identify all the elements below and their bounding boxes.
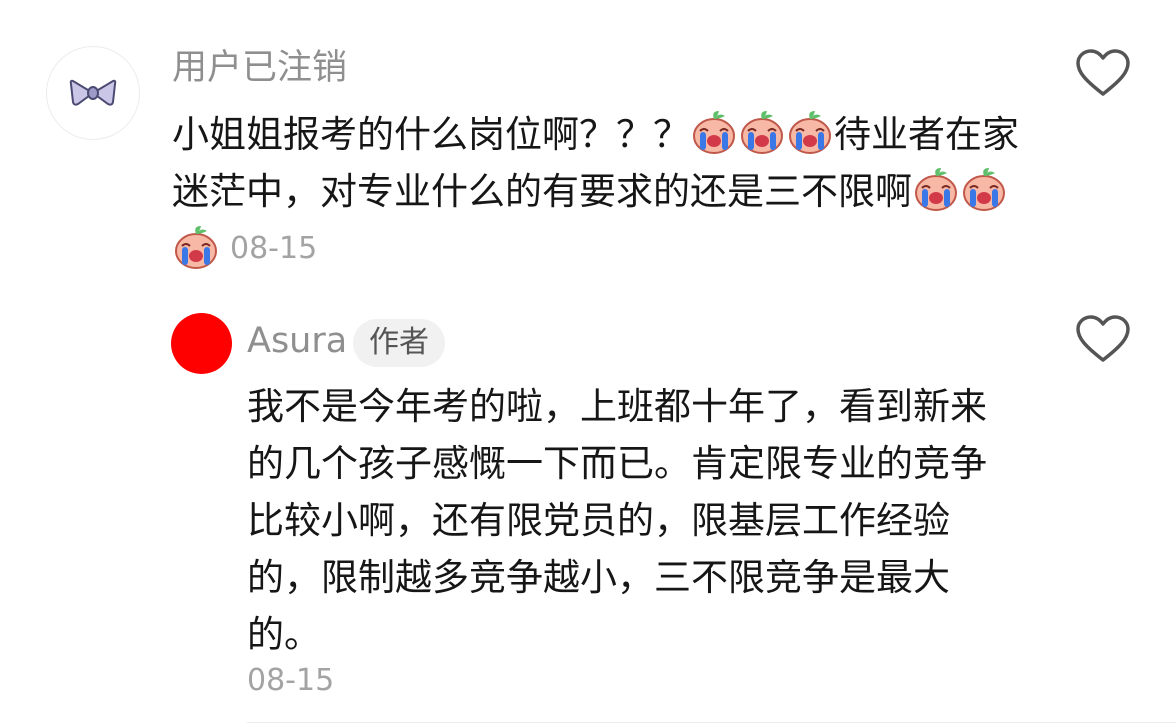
crying-emoji-icon [915,168,957,211]
comment-text-part1: 小姐姐报考的什么岗位啊？？？ [172,113,690,156]
reply-text: 我不是今年考的啦，上班都十年了，看到新来的几个孩子感慨一下而已。肯定限专业的竞争… [247,385,987,656]
heart-outline-icon[interactable] [1075,48,1131,98]
comment-username[interactable]: 用户已注销 [172,46,347,90]
comment-date: 08-15 [230,231,318,266]
divider [247,722,1176,723]
crying-emoji-icon [175,226,217,269]
bow-icon [69,79,117,106]
crying-emoji-icon [741,111,783,154]
crying-emoji-icon [789,111,831,154]
avatar[interactable] [46,46,140,140]
reply-date: 08-15 [247,663,335,698]
reply-username[interactable]: Asura [247,318,347,364]
reply-avatar[interactable] [171,313,232,374]
comment-text: 小姐姐报考的什么岗位啊？？？ 待业者在家迷茫中，对专业什么的有要求的还是三不限啊0… [172,106,1022,278]
author-badge: 作者 [353,319,445,367]
heart-outline-icon[interactable] [1075,314,1131,364]
crying-emoji-icon [963,168,1005,211]
crying-emoji-icon [693,111,735,154]
